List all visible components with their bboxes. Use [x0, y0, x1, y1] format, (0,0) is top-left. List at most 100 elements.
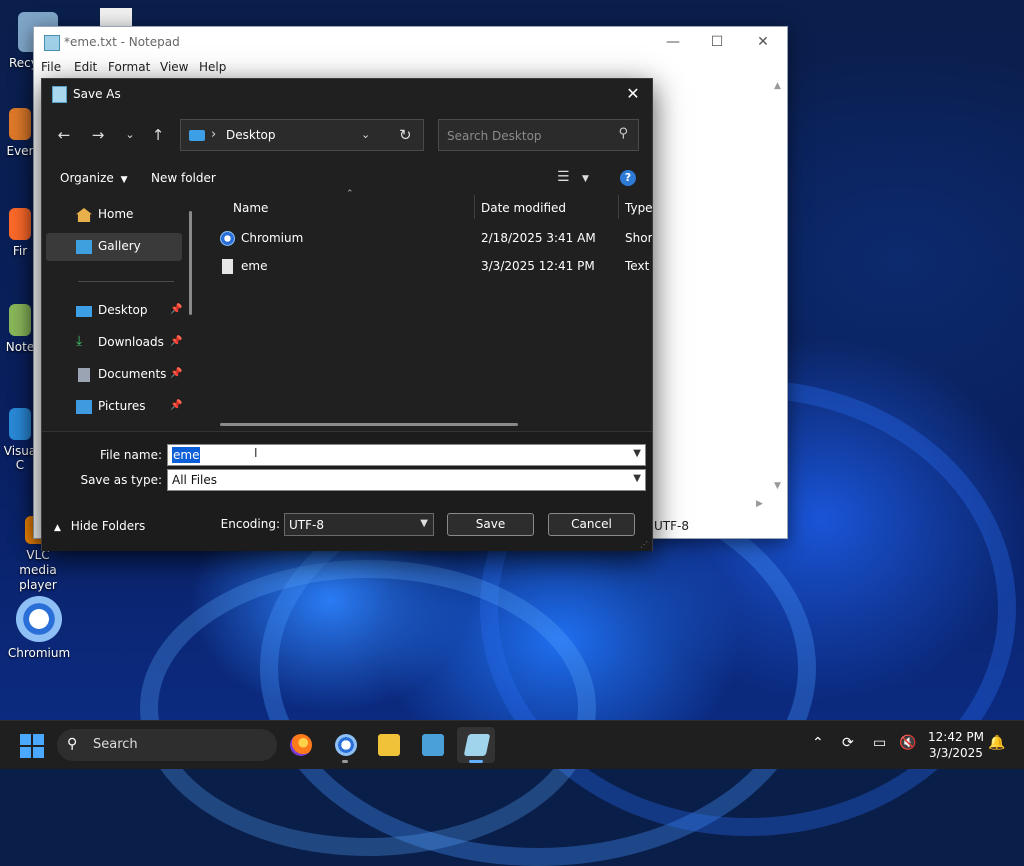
navigation-pane: Home Gallery Desktop 📌 ⤓ Downloads 📌 Doc…: [42, 195, 202, 430]
chevron-down-icon[interactable]: ▼: [633, 448, 641, 459]
menu-format[interactable]: Format: [108, 60, 150, 74]
status-encoding-text: UTF-8: [654, 519, 689, 533]
file-date: 3/3/2025 12:41 PM: [481, 259, 595, 273]
taskbar-firefox[interactable]: [281, 727, 319, 763]
cancel-button[interactable]: Cancel: [548, 513, 635, 536]
file-row[interactable]: Chromium 2/18/2025 3:41 AM Shortcut: [202, 227, 652, 251]
file-row[interactable]: eme 3/3/2025 12:41 PM Text Document: [202, 255, 652, 279]
taskbar-chromium[interactable]: [326, 727, 364, 763]
taskbar: ⚲ Search ⌃ ⟳ ▭ 🔇 12:42 PM 3/3/2025 🔔: [0, 720, 1024, 769]
file-type: Text Document: [625, 259, 652, 273]
taskbar-clock[interactable]: 12:42 PM 3/3/2025: [922, 729, 990, 761]
home-icon: [76, 208, 92, 222]
encoding-value: UTF-8: [289, 518, 324, 532]
chromium-icon: [335, 734, 357, 756]
pin-icon[interactable]: 📌: [170, 336, 182, 347]
new-folder-button[interactable]: New folder: [151, 171, 216, 185]
menu-help[interactable]: Help: [199, 60, 226, 74]
file-type: Shortcut: [625, 231, 652, 245]
sync-icon[interactable]: ⟳: [842, 735, 854, 751]
taskbar-control-panel[interactable]: [413, 727, 451, 763]
notepad-vertical-scrollbar[interactable]: ▲ ▼: [771, 79, 785, 499]
nav-item-gallery[interactable]: Gallery: [46, 233, 182, 261]
address-dropdown-icon[interactable]: ⌄: [361, 128, 370, 141]
organize-button[interactable]: Organize ▼: [60, 171, 128, 185]
nav-divider: [78, 281, 174, 282]
search-box[interactable]: ⚲: [438, 119, 639, 151]
column-header-name[interactable]: Name: [233, 201, 268, 215]
help-icon[interactable]: ?: [620, 170, 636, 186]
network-icon[interactable]: ▭: [873, 735, 886, 751]
column-divider[interactable]: [618, 195, 619, 219]
desktop-folder-icon: [189, 130, 205, 141]
nav-item-downloads[interactable]: ⤓ Downloads 📌: [46, 329, 182, 357]
notepad-title-bar[interactable]: *eme.txt - Notepad — ☐ ✕: [34, 27, 787, 57]
taskbar-search[interactable]: ⚲ Search: [57, 729, 277, 761]
menu-edit[interactable]: Edit: [74, 60, 97, 74]
taskbar-file-explorer[interactable]: [369, 727, 407, 763]
menu-view[interactable]: View: [160, 60, 188, 74]
back-arrow-icon[interactable]: ←: [52, 124, 76, 146]
nav-scrollbar[interactable]: [189, 211, 192, 315]
folder-icon: [378, 734, 400, 756]
refresh-icon[interactable]: ↻: [399, 126, 412, 144]
encoding-select[interactable]: UTF-8 ▼: [284, 513, 434, 536]
save-as-type-label: Save as type:: [80, 473, 162, 487]
scroll-right-icon[interactable]: ▶: [756, 499, 763, 509]
nav-item-desktop[interactable]: Desktop 📌: [46, 297, 182, 325]
desktop-icon: [76, 306, 92, 317]
up-arrow-icon[interactable]: ↑: [146, 124, 170, 146]
pin-icon[interactable]: 📌: [170, 304, 182, 315]
notepad-status-encoding: UTF-8: [654, 515, 784, 537]
scroll-down-icon[interactable]: ▼: [774, 481, 781, 491]
breadcrumb-chevron-icon: ›: [211, 127, 217, 142]
windows-logo-icon: [20, 734, 31, 745]
text-file-icon[interactable]: [100, 8, 132, 28]
taskbar-notepad[interactable]: [457, 727, 495, 763]
pin-icon[interactable]: 📌: [170, 400, 182, 411]
volume-muted-icon[interactable]: 🔇: [899, 735, 916, 751]
file-name-label: File name:: [100, 448, 162, 462]
breadcrumb-desktop[interactable]: Desktop: [226, 128, 276, 142]
text-cursor-icon: I: [254, 446, 258, 460]
notifications-bell-icon[interactable]: 🔔: [988, 735, 1005, 751]
resize-grip-icon[interactable]: ⋰: [640, 540, 648, 549]
save-as-dialog: Save As ✕ ← → ⌄ ↑ › Desktop ⌄ ↻ ⚲ Organi…: [41, 78, 653, 551]
maximize-icon[interactable]: ☐: [694, 31, 740, 53]
file-name-value[interactable]: eme: [172, 447, 201, 463]
save-button[interactable]: Save: [447, 513, 534, 536]
start-button[interactable]: [20, 734, 44, 758]
close-icon[interactable]: ✕: [620, 83, 646, 105]
desktop-icon-chromium[interactable]: Chromium: [6, 596, 72, 660]
view-options-button[interactable]: ☰ ▼: [557, 169, 597, 189]
pin-icon[interactable]: 📌: [170, 368, 182, 379]
save-as-type-select[interactable]: All Files ▼: [167, 469, 646, 491]
hide-folders-button[interactable]: ▲ Hide Folders: [54, 519, 145, 533]
show-hidden-icons-chevron-icon[interactable]: ⌃: [812, 735, 824, 751]
file-name: Chromium: [241, 231, 304, 245]
taskbar-search-label: Search: [93, 737, 138, 752]
file-list-pane: ⌃ Name Date modified Type Chromium 2/18/…: [202, 189, 653, 430]
column-divider[interactable]: [474, 195, 475, 219]
wallpaper-swirl: [140, 560, 596, 856]
chevron-down-icon: ▼: [420, 518, 428, 529]
close-icon[interactable]: ✕: [740, 31, 786, 53]
active-indicator: [469, 760, 483, 763]
address-bar[interactable]: › Desktop ⌄ ↻: [180, 119, 424, 151]
hide-folders-label: Hide Folders: [70, 519, 146, 533]
search-input[interactable]: [445, 126, 609, 146]
forward-arrow-icon[interactable]: →: [86, 124, 110, 146]
column-header-type[interactable]: Type: [625, 201, 653, 215]
recent-locations-chevron-icon[interactable]: ⌄: [118, 124, 142, 146]
file-name-field[interactable]: eme I ▼: [167, 444, 646, 466]
scroll-up-icon[interactable]: ▲: [774, 81, 781, 91]
column-header-date-modified[interactable]: Date modified: [481, 201, 566, 215]
dialog-title-bar[interactable]: Save As ✕: [42, 79, 652, 109]
file-list-horizontal-scrollbar[interactable]: [220, 423, 518, 426]
desktop-icon-label: VLC media player: [19, 548, 57, 592]
minimize-icon[interactable]: —: [650, 31, 696, 53]
menu-file[interactable]: File: [41, 60, 61, 74]
nav-item-documents[interactable]: Documents 📌: [46, 361, 182, 389]
nav-item-pictures[interactable]: Pictures 📌: [46, 393, 182, 421]
nav-item-home[interactable]: Home: [46, 201, 182, 229]
